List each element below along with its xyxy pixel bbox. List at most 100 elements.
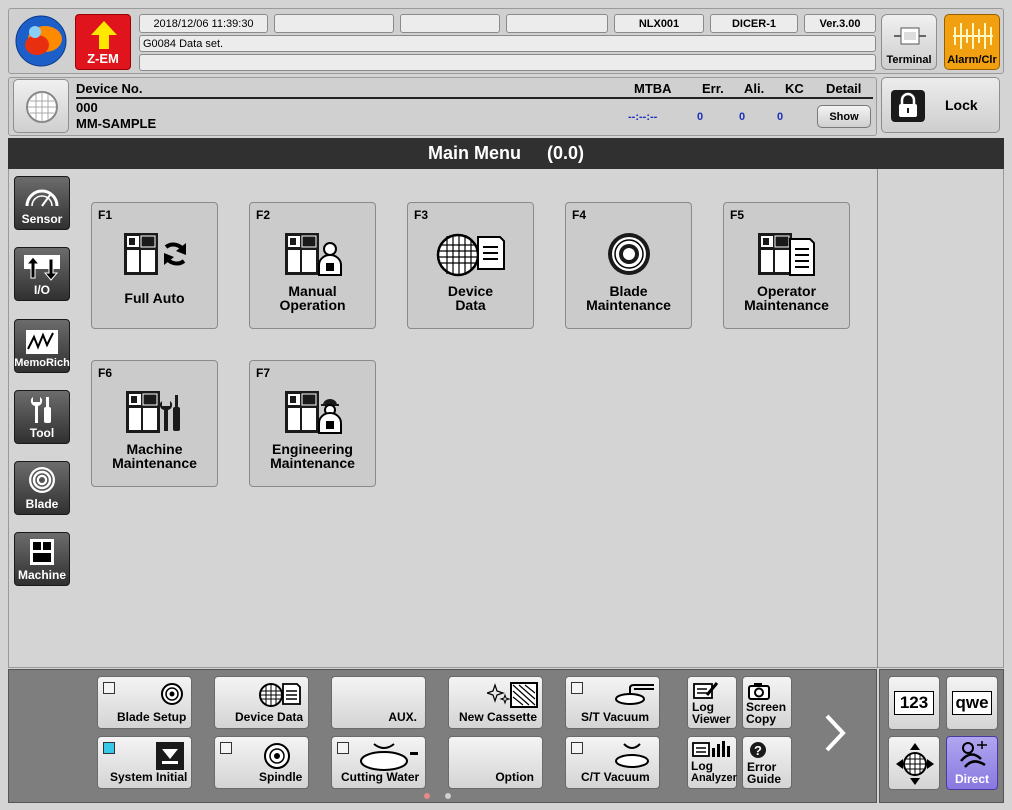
f5-key-label: F5 xyxy=(730,208,745,222)
detail-label: Detail xyxy=(826,81,862,96)
status-field-2 xyxy=(400,14,500,33)
ali-label: Ali. xyxy=(744,81,765,96)
wafer-icon xyxy=(26,91,58,123)
menu-engineering-maintenance-button[interactable]: F7 Engineering Maintenance xyxy=(249,360,376,487)
operator-maintenance-icon xyxy=(757,232,815,276)
machine-maintenance-icon xyxy=(125,390,180,434)
device-no-label: Device No. xyxy=(76,81,143,96)
device-data-icon xyxy=(436,233,505,277)
lock-button[interactable]: Lock xyxy=(881,77,1000,133)
lock-icon xyxy=(891,90,925,122)
blade-icon xyxy=(161,683,183,705)
kc-value: 0 xyxy=(777,111,784,123)
message-field: G0084 Data set. xyxy=(139,35,876,52)
menu-full-auto-button[interactable]: F1 Full Auto xyxy=(91,202,218,329)
cutting-water-button[interactable]: Cutting Water xyxy=(331,736,426,789)
blade-setup-button[interactable]: Blade Setup xyxy=(97,676,192,729)
system-initial-button[interactable]: System Initial xyxy=(97,736,192,789)
cutting-water-checkbox xyxy=(337,742,349,754)
wafer-navigation-icon xyxy=(896,743,934,785)
sidebar-sensor-label: Sensor xyxy=(21,212,63,226)
zem-button[interactable]: Z-EM xyxy=(75,14,131,70)
version-field: Ver.3.00 xyxy=(804,14,876,33)
f3-key-label: F3 xyxy=(414,208,429,222)
datetime-field: 2018/12/06 11:39:30 xyxy=(139,14,268,33)
menu-blade-maintenance-button[interactable]: F4 Blade Maintenance xyxy=(565,202,692,329)
blade-maintenance-icon xyxy=(607,233,650,275)
blade-setup-checkbox xyxy=(103,682,115,694)
ct-vacuum-button[interactable]: C/T Vacuum xyxy=(565,736,660,789)
engineering-maintenance-icon xyxy=(284,390,342,434)
f4-key-label: F4 xyxy=(572,208,587,222)
direct-touch-icon xyxy=(960,741,987,768)
sidebar-io-label: I/O xyxy=(33,283,50,297)
sidebar-io-button[interactable]: I/O xyxy=(14,247,70,301)
up-arrow-icon xyxy=(91,21,117,49)
option-button[interactable]: Option xyxy=(448,736,543,789)
aux-button[interactable]: AUX. xyxy=(331,676,426,729)
log-viewer-button[interactable]: Log Viewer xyxy=(687,676,737,729)
vacuum-table-icon xyxy=(615,684,654,705)
err-label: Err. xyxy=(702,81,724,96)
main-title-bar: Main Menu (0.0) xyxy=(8,138,1004,169)
f4-label-2: Maintenance xyxy=(586,297,671,313)
spindle-button[interactable]: Spindle xyxy=(214,736,309,789)
device-number: 000 xyxy=(76,100,98,115)
st-vacuum-button[interactable]: S/T Vacuum xyxy=(565,676,660,729)
st-vacuum-label: S/T Vacuum xyxy=(581,710,650,724)
sidebar-blade-button[interactable]: Blade xyxy=(14,461,70,515)
manual-operation-icon xyxy=(284,232,342,276)
f7-label-1: Engineering xyxy=(272,441,353,457)
log-analyzer-button[interactable]: Log Analyzer xyxy=(687,736,737,789)
menu-machine-maintenance-button[interactable]: F6 Machine Maintenance xyxy=(91,360,218,487)
menu-operator-maintenance-button[interactable]: F5 Operator Maintenance xyxy=(723,202,850,329)
wafer-button[interactable] xyxy=(13,79,69,133)
alarm-icon xyxy=(953,23,993,49)
device-divider xyxy=(76,97,873,99)
alpha-keyboard-button[interactable]: qwe xyxy=(946,676,998,730)
mtba-label: MTBA xyxy=(634,81,672,96)
screen-copy-button[interactable]: Screen Copy xyxy=(742,676,792,729)
show-detail-button[interactable]: Show xyxy=(817,105,871,128)
sidebar-memorich-button[interactable]: MemoRich xyxy=(14,319,70,373)
error-guide-label-2: Guide xyxy=(747,772,782,786)
ali-value: 0 xyxy=(739,111,746,123)
sidebar-tool-label: Tool xyxy=(29,426,55,440)
sidebar-sensor-button[interactable]: Sensor xyxy=(14,176,70,230)
next-page-arrow[interactable] xyxy=(815,710,855,756)
page-code: (0.0) xyxy=(546,143,584,163)
menu-device-data-button[interactable]: F3 Device Data xyxy=(407,202,534,329)
terminal-button[interactable]: Terminal xyxy=(881,14,937,70)
direct-button[interactable]: Direct xyxy=(946,736,998,790)
numeric-keypad-label: 123 xyxy=(894,691,934,715)
spindle-label: Spindle xyxy=(259,770,303,784)
error-guide-button[interactable]: ? Error Guide xyxy=(742,736,792,789)
page-title: Main Menu xyxy=(427,143,521,163)
alarm-clear-button[interactable]: Alarm/Clr xyxy=(944,14,1000,70)
blade-setup-label: Blade Setup xyxy=(117,710,187,724)
mtba-value: --:--:-- xyxy=(628,111,658,123)
sidebar-machine-button[interactable]: Machine xyxy=(14,532,70,586)
device-data-icon xyxy=(259,683,301,707)
kc-label: KC xyxy=(785,81,804,96)
log-viewer-label-2: Viewer xyxy=(692,712,731,726)
system-initial-checkbox xyxy=(103,742,115,754)
sidebar-tool-button[interactable]: Tool xyxy=(14,390,70,444)
full-auto-icon xyxy=(123,232,186,276)
f4-label-1: Blade xyxy=(609,283,648,299)
page-indicator xyxy=(445,793,451,799)
terminal-icon xyxy=(894,27,926,45)
page-indicator-active xyxy=(424,793,430,799)
spindle-icon xyxy=(264,743,290,769)
menu-manual-operation-button[interactable]: F2 Manual Operation xyxy=(249,202,376,329)
blade-icon xyxy=(29,467,55,493)
log-analyzer-icon xyxy=(692,741,730,757)
machine-icon xyxy=(30,539,54,565)
cutting-water-icon xyxy=(360,743,418,771)
numeric-keypad-button[interactable]: 123 xyxy=(888,676,940,730)
navigation-button[interactable] xyxy=(888,736,940,790)
device-data-button[interactable]: Device Data xyxy=(214,676,309,729)
new-cassette-button[interactable]: New Cassette xyxy=(448,676,543,729)
machine-id-field: NLX001 xyxy=(614,14,704,33)
f5-label-2: Maintenance xyxy=(744,297,829,313)
